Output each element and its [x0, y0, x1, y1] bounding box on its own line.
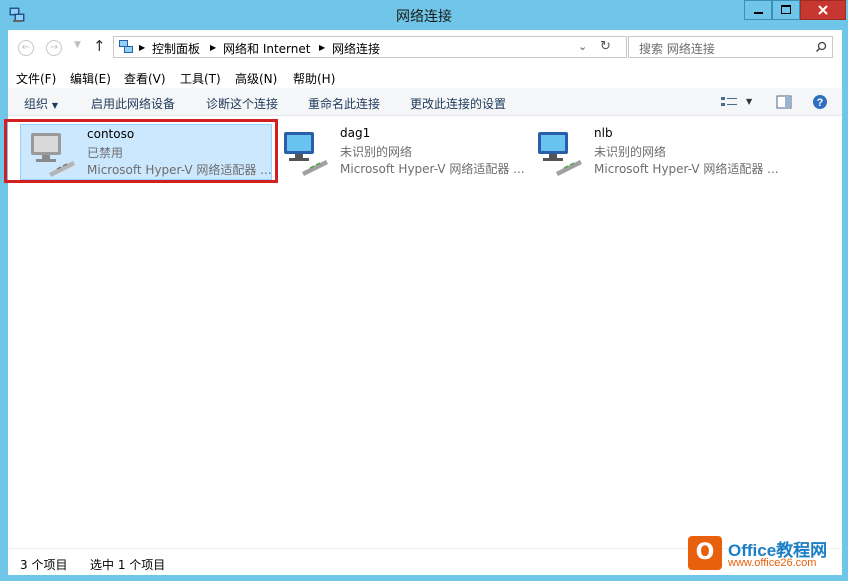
- rename-button[interactable]: 重命名此连接: [308, 95, 380, 112]
- view-options-dropdown-icon[interactable]: ▼: [746, 97, 752, 106]
- svg-text:?: ?: [817, 97, 824, 109]
- recent-locations-icon[interactable]: ▼: [74, 40, 81, 50]
- menu-tools[interactable]: 工具(T): [180, 70, 221, 87]
- diagnose-button[interactable]: 诊断这个连接: [206, 95, 278, 112]
- network-adapter-icon: [534, 130, 584, 176]
- minimize-icon: [754, 12, 763, 14]
- breadcrumb-separator-icon[interactable]: ▶: [319, 43, 325, 52]
- command-bar: 组织 ▼ 启用此网络设备 诊断这个连接 重命名此连接 更改此连接的设置 ▼ ?: [8, 88, 842, 116]
- minimize-button[interactable]: [744, 0, 772, 20]
- menu-bar: 文件(F) 编辑(E) 查看(V) 工具(T) 高级(N) 帮助(H): [8, 66, 842, 88]
- breadcrumb-control-panel[interactable]: 控制面板: [152, 40, 200, 57]
- navigation-bar: ← → ▼ ↑ ▶ 控制面板 ▶ 网络和 Internet ▶ 网络连接 ⌄ ↻…: [8, 30, 842, 66]
- forward-button[interactable]: →: [46, 40, 62, 56]
- address-dropdown-icon[interactable]: ⌄: [578, 40, 587, 53]
- connection-status: 未识别的网络: [340, 143, 412, 160]
- preview-pane-icon[interactable]: [776, 95, 792, 109]
- watermark-url: www.office26.com: [728, 557, 816, 569]
- back-arrow-icon: ←: [22, 42, 30, 53]
- up-button[interactable]: ↑: [93, 37, 106, 55]
- selected-count: 选中 1 个项目: [90, 556, 165, 573]
- change-settings-button[interactable]: 更改此连接的设置: [410, 95, 506, 112]
- help-icon[interactable]: ?: [812, 94, 828, 110]
- explorer-window: 网络连接 ← → ▼ ↑ ▶ 控制面: [0, 0, 848, 581]
- search-box[interactable]: 搜索 网络连接: [628, 36, 833, 58]
- breadcrumb-network-internet[interactable]: 网络和 Internet: [223, 40, 310, 57]
- breadcrumb-separator-icon[interactable]: ▶: [139, 43, 145, 52]
- window-title: 网络连接: [0, 6, 848, 26]
- menu-help[interactable]: 帮助(H): [293, 70, 335, 87]
- close-button[interactable]: [800, 0, 846, 20]
- forward-arrow-icon: →: [50, 42, 58, 53]
- connection-name: nlb: [594, 126, 613, 140]
- selection-highlight-annotation: [4, 119, 278, 183]
- watermark: O Office教程网 www.office26.com: [684, 532, 848, 578]
- close-icon: [817, 4, 829, 16]
- address-bar[interactable]: ▶ 控制面板 ▶ 网络和 Internet ▶ 网络连接 ⌄ ↻: [113, 36, 627, 58]
- connection-name: dag1: [340, 126, 370, 140]
- connection-status: 未识别的网络: [594, 143, 666, 160]
- breadcrumb-separator-icon[interactable]: ▶: [210, 43, 216, 52]
- refresh-icon[interactable]: ↻: [600, 39, 611, 54]
- enable-device-button[interactable]: 启用此网络设备: [91, 95, 175, 112]
- menu-advanced[interactable]: 高级(N): [235, 70, 277, 87]
- search-icon[interactable]: [815, 41, 827, 53]
- control-panel-icon: [118, 39, 134, 55]
- change-view-icon[interactable]: [720, 95, 738, 109]
- menu-file[interactable]: 文件(F): [16, 70, 56, 87]
- connection-item-dag1[interactable]: dag1 未识别的网络 Microsoft Hyper-V 网络适配器 ...: [274, 124, 526, 180]
- back-button[interactable]: ←: [18, 40, 34, 56]
- chevron-down-icon: ▼: [52, 101, 58, 110]
- connection-adapter: Microsoft Hyper-V 网络适配器 ...: [594, 160, 779, 177]
- maximize-button[interactable]: [772, 0, 800, 20]
- organize-button[interactable]: 组织 ▼: [24, 95, 58, 112]
- organize-label: 组织: [24, 97, 48, 111]
- maximize-icon: [781, 5, 791, 14]
- connection-adapter: Microsoft Hyper-V 网络适配器 ...: [340, 160, 525, 177]
- title-bar[interactable]: 网络连接: [0, 0, 848, 30]
- office-logo-icon: O: [688, 536, 722, 570]
- search-placeholder: 搜索 网络连接: [639, 40, 715, 57]
- item-count: 3 个项目: [20, 556, 67, 573]
- connection-item-nlb[interactable]: nlb 未识别的网络 Microsoft Hyper-V 网络适配器 ...: [528, 124, 780, 180]
- breadcrumb-network-connections[interactable]: 网络连接: [332, 40, 380, 57]
- menu-view[interactable]: 查看(V): [124, 70, 166, 87]
- menu-edit[interactable]: 编辑(E): [70, 70, 111, 87]
- network-adapter-icon: [280, 130, 330, 176]
